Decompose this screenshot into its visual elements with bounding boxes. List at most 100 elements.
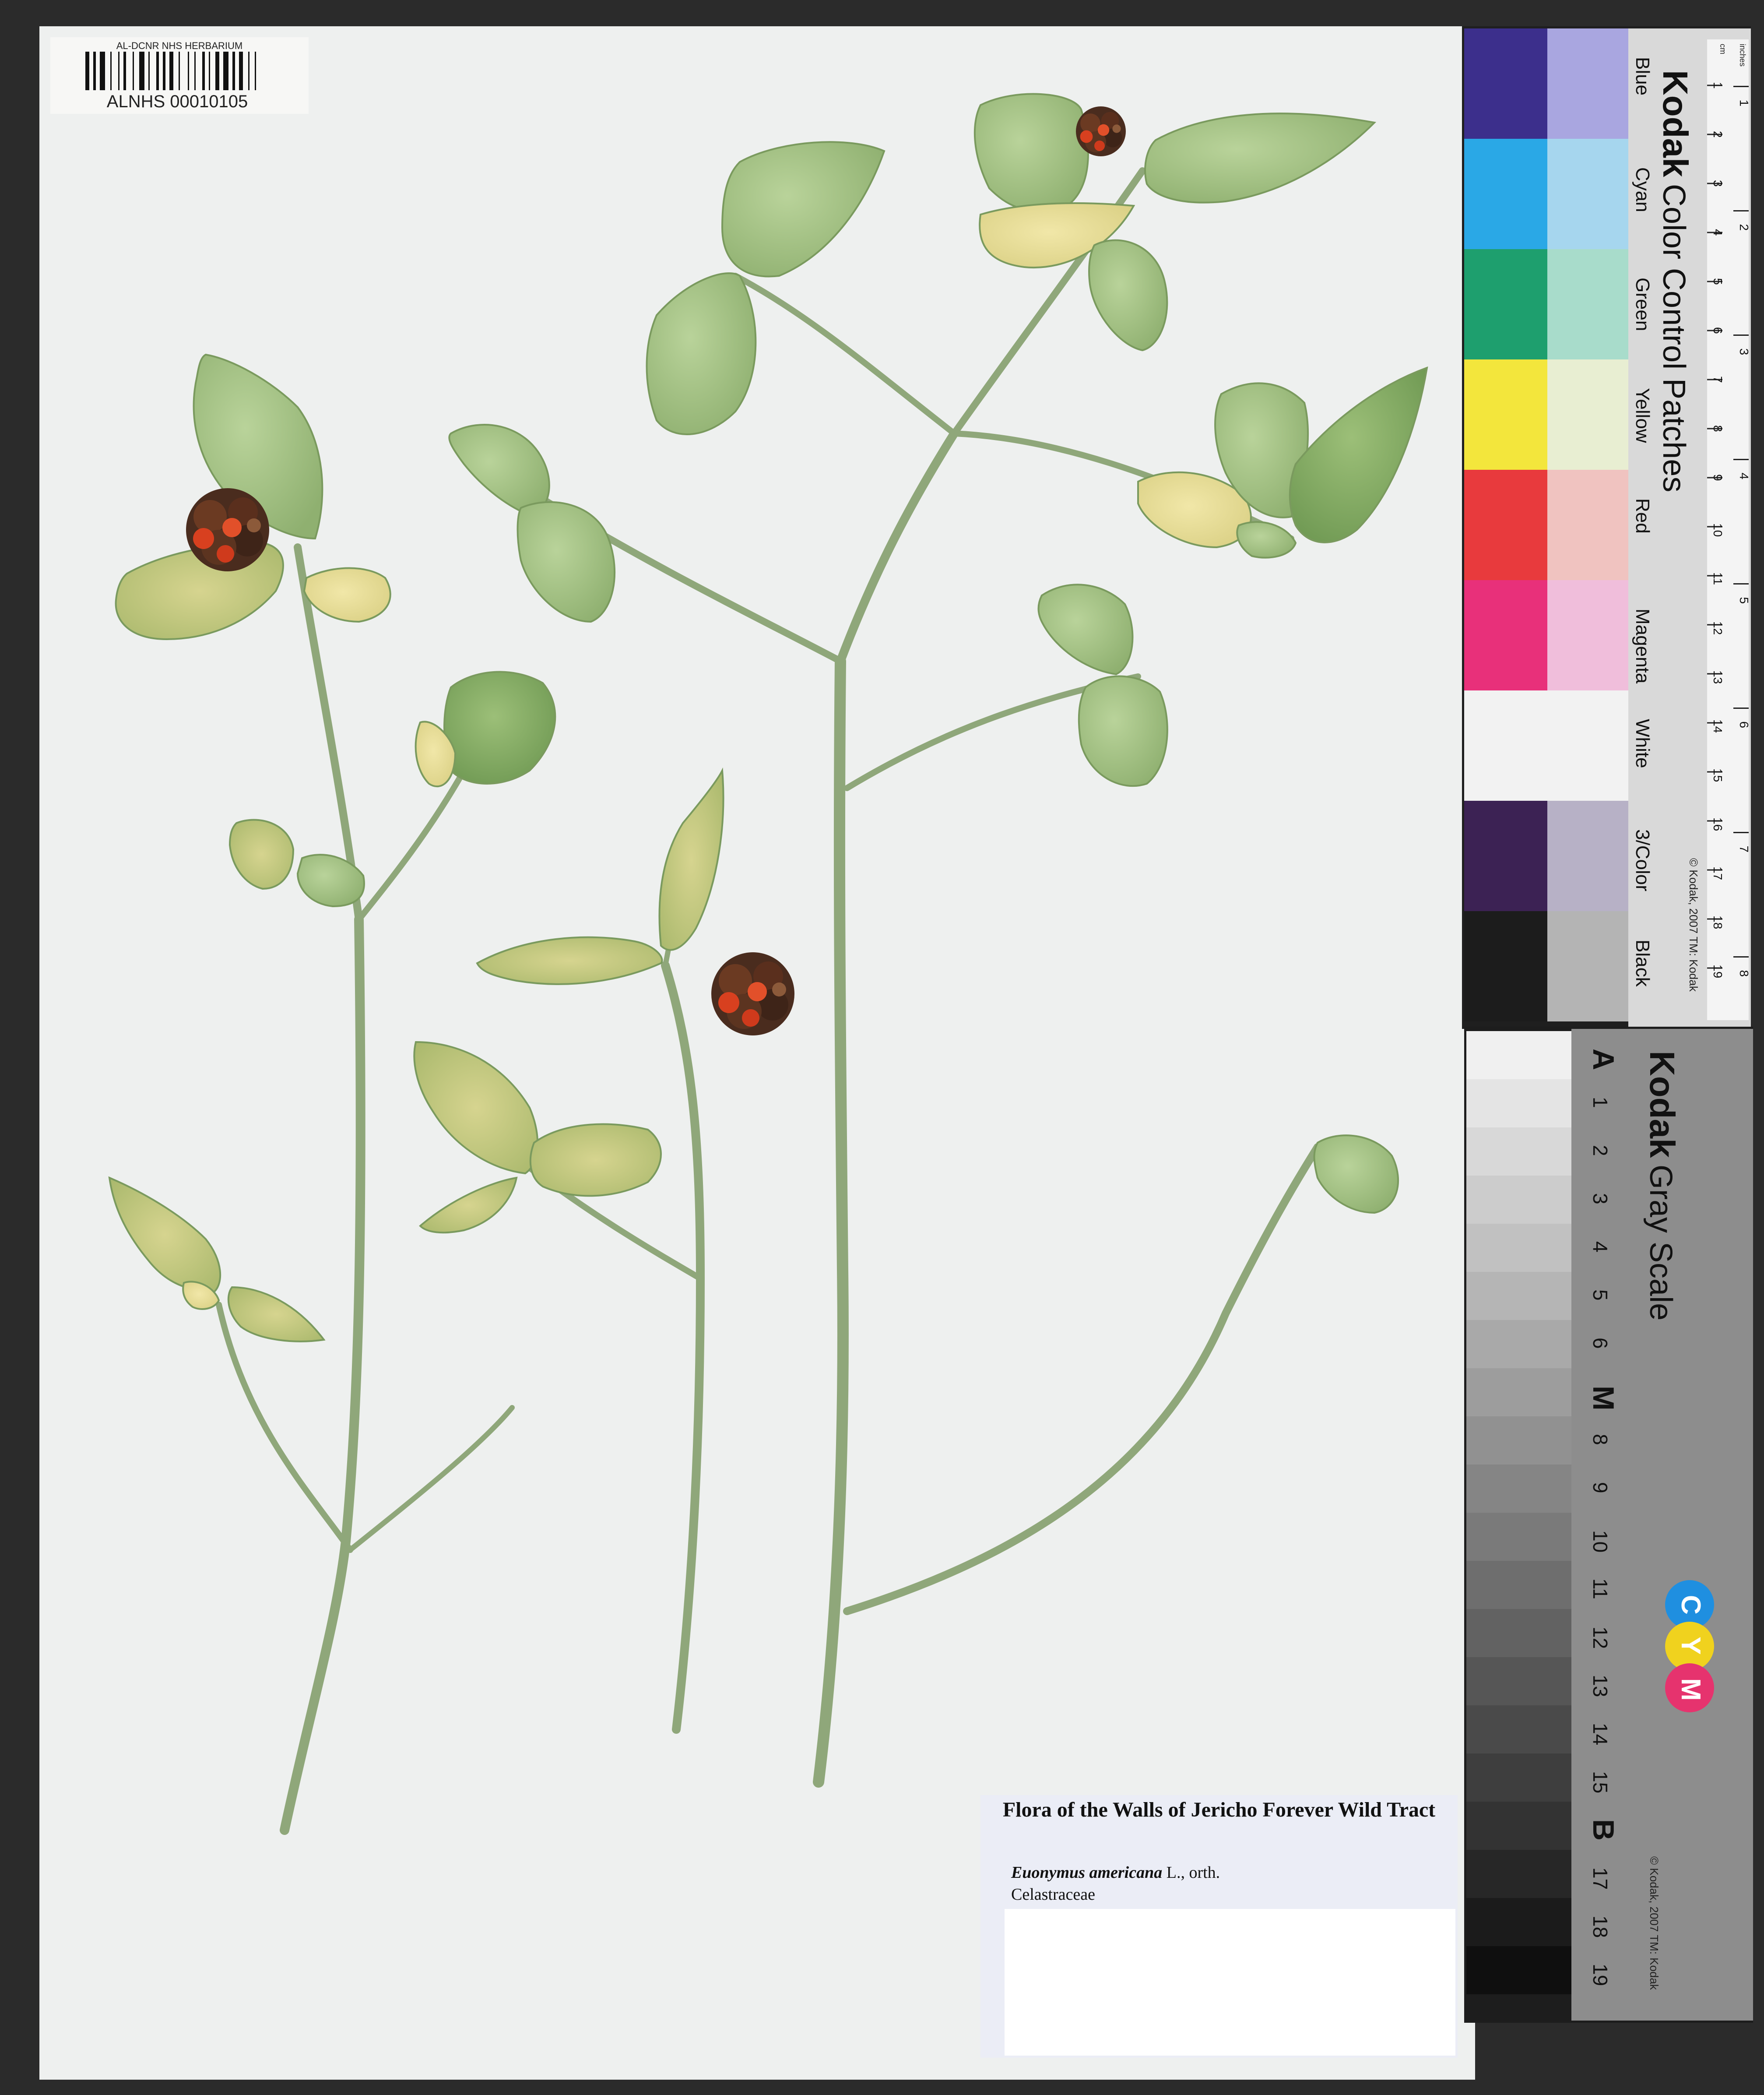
patch-tricolor_light — [1547, 801, 1630, 911]
color-card-brand: Kodak — [1656, 70, 1695, 177]
barcode-bar — [255, 52, 256, 90]
patch-yellow — [1464, 359, 1547, 470]
patch-cyan_light — [1547, 139, 1630, 249]
barcode-bar — [248, 52, 249, 90]
ruler-cm-label: 6 — [1711, 327, 1725, 334]
ruler-cm-label: 14 — [1711, 719, 1725, 733]
gray-step — [1466, 1224, 1571, 1272]
gray-step — [1466, 1802, 1571, 1850]
ruler-cm-label: 9 — [1711, 474, 1725, 481]
gray-step — [1466, 1127, 1571, 1176]
ruler-cm-label: 16 — [1711, 817, 1725, 831]
gray-step-label: 9 — [1589, 1482, 1612, 1493]
patch-magenta — [1464, 580, 1547, 690]
barcode-bar — [202, 52, 205, 90]
ruler-in-label: 4 — [1737, 473, 1751, 480]
ruler-cm-label: 17 — [1711, 866, 1725, 880]
cmy-letter: Y — [1676, 1637, 1706, 1655]
ruler-in-label: 1 — [1737, 100, 1751, 107]
barcode-bar — [139, 52, 144, 90]
gray-step — [1466, 1705, 1571, 1753]
patch-label: Blue — [1632, 57, 1653, 95]
gray-step-label: 10 — [1589, 1530, 1612, 1553]
gray-card-copyright: © Kodak, 2007 TM: Kodak — [1648, 1856, 1661, 1990]
herbarium-specimen-image: AL-DCNR NHS HERBARIUM ALNHS 00010105 Kod… — [0, 0, 1764, 2095]
gray-step — [1466, 1946, 1571, 1994]
gray-step-label: 14 — [1589, 1723, 1612, 1745]
gray-step — [1466, 1561, 1571, 1609]
ruler-in-label: 5 — [1737, 597, 1751, 604]
gray-step-label: A — [1587, 1049, 1620, 1070]
ruler-in-label: 7 — [1737, 846, 1751, 853]
color-patches — [1464, 28, 1630, 1021]
patch-white — [1547, 690, 1630, 801]
gray-step-label: 1 — [1589, 1097, 1612, 1108]
ruler-in-label: 3 — [1737, 349, 1751, 356]
patch-white — [1464, 690, 1547, 801]
label-title: Flora of the Walls of Jericho Forever Wi… — [1002, 1798, 1436, 1821]
gray-step — [1466, 1320, 1571, 1368]
gray-step — [1466, 1272, 1571, 1320]
ruler-cm-label: 15 — [1711, 768, 1725, 782]
gray-step-label: 15 — [1589, 1771, 1612, 1793]
gray-step-label: 17 — [1589, 1867, 1612, 1890]
gray-step-label: 12 — [1589, 1627, 1612, 1649]
gray-step-label: 11 — [1589, 1578, 1612, 1599]
patch-label: Cyan — [1632, 167, 1653, 212]
barcode-bar — [118, 52, 119, 90]
ruler-cm-label: 5 — [1711, 278, 1725, 285]
gray-steps — [1466, 1031, 1571, 1994]
barcode-number: ALNHS 00010105 — [107, 92, 248, 111]
ruler-cm-label: 3 — [1711, 180, 1725, 187]
patch-label: Yellow — [1632, 388, 1653, 443]
ruler-cm-label: 4 — [1711, 229, 1725, 236]
gray-step — [1466, 1465, 1571, 1513]
gray-step — [1466, 1176, 1571, 1224]
gray-step-label: B — [1587, 1819, 1620, 1841]
patch-green — [1464, 249, 1547, 359]
patch-label: Green — [1632, 278, 1653, 331]
barcode-bar — [215, 52, 219, 90]
gray-step-label: M — [1587, 1386, 1620, 1411]
barcode-bar — [232, 52, 235, 90]
barcode-bar — [209, 52, 210, 90]
gray-step — [1466, 1657, 1571, 1705]
color-card-copyright: © Kodak, 2007 TM: Kodak — [1687, 858, 1700, 992]
gray-step — [1466, 1368, 1571, 1416]
gray-step-label: 5 — [1589, 1289, 1612, 1301]
barcode-bar — [110, 52, 112, 90]
gray-step — [1466, 1609, 1571, 1657]
herbarium-sheet — [39, 26, 1475, 2080]
barcode-bar — [100, 52, 105, 90]
gray-step — [1466, 1513, 1571, 1561]
label-family: Celastraceae — [1011, 1885, 1095, 1904]
ruler-cm-label: 10 — [1711, 523, 1725, 537]
ruler-in-label: 2 — [1737, 224, 1751, 231]
gray-step — [1466, 1850, 1571, 1898]
ruler-cm-label: 7 — [1711, 376, 1725, 383]
barcode-bar — [123, 52, 126, 90]
barcode-header: AL-DCNR NHS HERBARIUM — [116, 40, 242, 51]
gray-step-label: 6 — [1589, 1338, 1612, 1349]
ruler-cm-label: 19 — [1711, 965, 1725, 978]
ruler-cm-label: 12 — [1711, 621, 1725, 635]
ruler-cm-label: 11 — [1711, 572, 1725, 585]
gray-step-label: 13 — [1589, 1675, 1612, 1697]
barcode-bar — [133, 52, 134, 90]
patch-names: Blue Cyan Green Yellow Red Magenta White 3/Colo… — [1632, 57, 1653, 987]
gray-step-label: 4 — [1589, 1241, 1612, 1253]
patch-red — [1464, 470, 1547, 580]
color-card-title: Color Control Patches — [1656, 184, 1691, 492]
barcode-bar — [223, 52, 228, 90]
gray-step — [1466, 1753, 1571, 1802]
patch-label: White — [1632, 719, 1653, 768]
gray-card-brand: Kodak — [1643, 1051, 1682, 1158]
gray-step — [1466, 1416, 1571, 1465]
kodak-gray-card: Kodak Gray Scale A123456M89101112131415B… — [1464, 1027, 1753, 2023]
kodak-color-card: Kodak Color Control Patches Blue Cyan Gree… — [1462, 26, 1751, 1029]
ruler: cm inches12345678910111213141516171819123… — [1707, 39, 1751, 1020]
gray-step — [1466, 1079, 1571, 1127]
patch-black_light — [1547, 911, 1630, 1021]
cmy-letter: C — [1676, 1595, 1706, 1615]
gray-step-label: 2 — [1589, 1145, 1612, 1156]
